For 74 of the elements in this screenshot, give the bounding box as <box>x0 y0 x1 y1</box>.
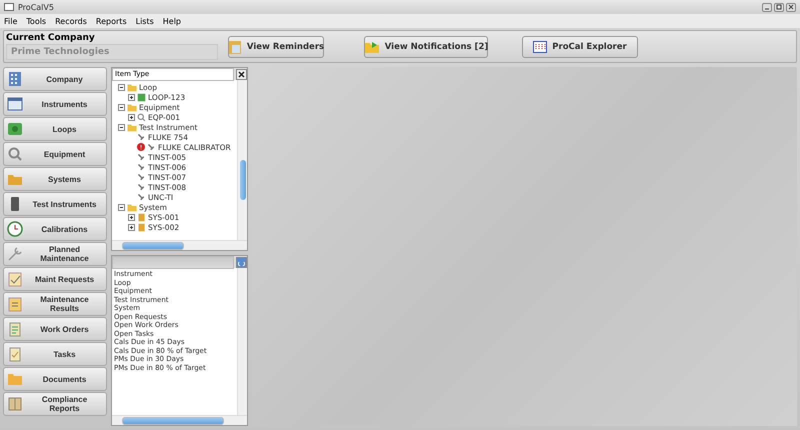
building-icon <box>7 71 23 87</box>
company-label: Current Company <box>6 33 96 44</box>
probe-icon <box>147 142 156 152</box>
menu-item[interactable]: Reports <box>96 16 127 26</box>
menu-item[interactable]: Tools <box>26 16 46 26</box>
menu-item[interactable]: Lists <box>136 16 154 26</box>
sidebar-button[interactable]: Maint Requests <box>3 267 107 291</box>
close-icon <box>788 4 794 10</box>
app-icon <box>4 3 14 11</box>
sidebar-button[interactable]: Compliance Reports <box>3 392 107 416</box>
clipboard-icon <box>7 296 23 312</box>
sidebar-button[interactable]: Planned Maintenance <box>3 242 107 266</box>
scrollbar[interactable] <box>112 415 247 425</box>
wrench-icon <box>7 246 23 262</box>
magnifier-icon <box>7 146 23 162</box>
collapse-icon <box>118 204 125 210</box>
refresh-button[interactable] <box>236 256 247 268</box>
clipboard-icon <box>7 321 23 337</box>
expand-icon <box>128 94 135 100</box>
sidebar-button[interactable]: Maintenance Results <box>3 292 107 316</box>
collapse-icon <box>118 124 125 130</box>
sidebar-button[interactable]: Loops <box>3 117 107 141</box>
folder-icon <box>7 371 23 387</box>
sidebar-button[interactable]: Equipment <box>3 142 107 166</box>
scrollbar[interactable] <box>112 240 247 250</box>
collapse-icon <box>118 84 125 90</box>
text-field[interactable] <box>112 256 234 268</box>
scrollbar[interactable] <box>237 80 247 240</box>
clipboard-icon <box>7 271 23 287</box>
expand-icon <box>128 224 135 230</box>
collapse-icon <box>118 104 125 110</box>
sidebar-button[interactable]: Work Orders <box>3 317 107 341</box>
restore-button[interactable] <box>774 2 784 12</box>
scrollbar[interactable] <box>237 268 247 415</box>
magnifier-icon <box>137 112 146 122</box>
sidebar-button[interactable]: Tasks <box>3 342 107 366</box>
close-button[interactable] <box>236 68 247 80</box>
clipboard-icon <box>7 346 23 362</box>
folder-icon <box>127 202 137 212</box>
close-button[interactable] <box>786 2 796 12</box>
probe-icon <box>137 182 146 192</box>
menu-item[interactable]: Records <box>55 16 87 26</box>
clock-icon <box>7 221 23 237</box>
probe-icon <box>137 192 146 202</box>
close-icon <box>238 70 245 78</box>
restore-icon <box>776 4 782 10</box>
expand-icon <box>128 214 135 220</box>
minimize-button[interactable] <box>762 2 772 12</box>
probe-icon <box>137 172 146 182</box>
menu-item[interactable]: File <box>4 16 18 26</box>
calendar-icon <box>7 96 23 112</box>
folder-icon <box>127 102 137 112</box>
menu-item[interactable]: Help <box>162 16 182 26</box>
folder-icon <box>364 40 380 54</box>
sidebar-button[interactable]: Documents <box>3 367 107 391</box>
grid-icon <box>533 40 548 52</box>
probe-icon <box>137 132 146 142</box>
toolbar-button[interactable]: ProCal Explorer <box>522 36 638 58</box>
clipboard-icon <box>228 38 242 54</box>
toolbar-button[interactable]: View Reminders <box>228 36 324 58</box>
book-icon <box>7 396 23 412</box>
sidebar-button[interactable]: Test Instruments <box>3 192 107 216</box>
toolbar-button[interactable]: View Notifications [2] <box>364 36 488 58</box>
sidebar-button[interactable]: Instruments <box>3 92 107 116</box>
probe-icon <box>137 162 146 172</box>
sidebar-button[interactable]: Company <box>3 67 107 91</box>
probe-icon <box>137 152 146 162</box>
sidebar-button[interactable]: Calibrations <box>3 217 107 241</box>
sidebar-button[interactable]: Systems <box>3 167 107 191</box>
alert-icon <box>137 143 145 151</box>
folder-icon <box>127 82 137 92</box>
window-title: ProCalV5 <box>18 2 54 12</box>
folder-icon <box>127 122 137 132</box>
expand-icon <box>128 114 135 120</box>
